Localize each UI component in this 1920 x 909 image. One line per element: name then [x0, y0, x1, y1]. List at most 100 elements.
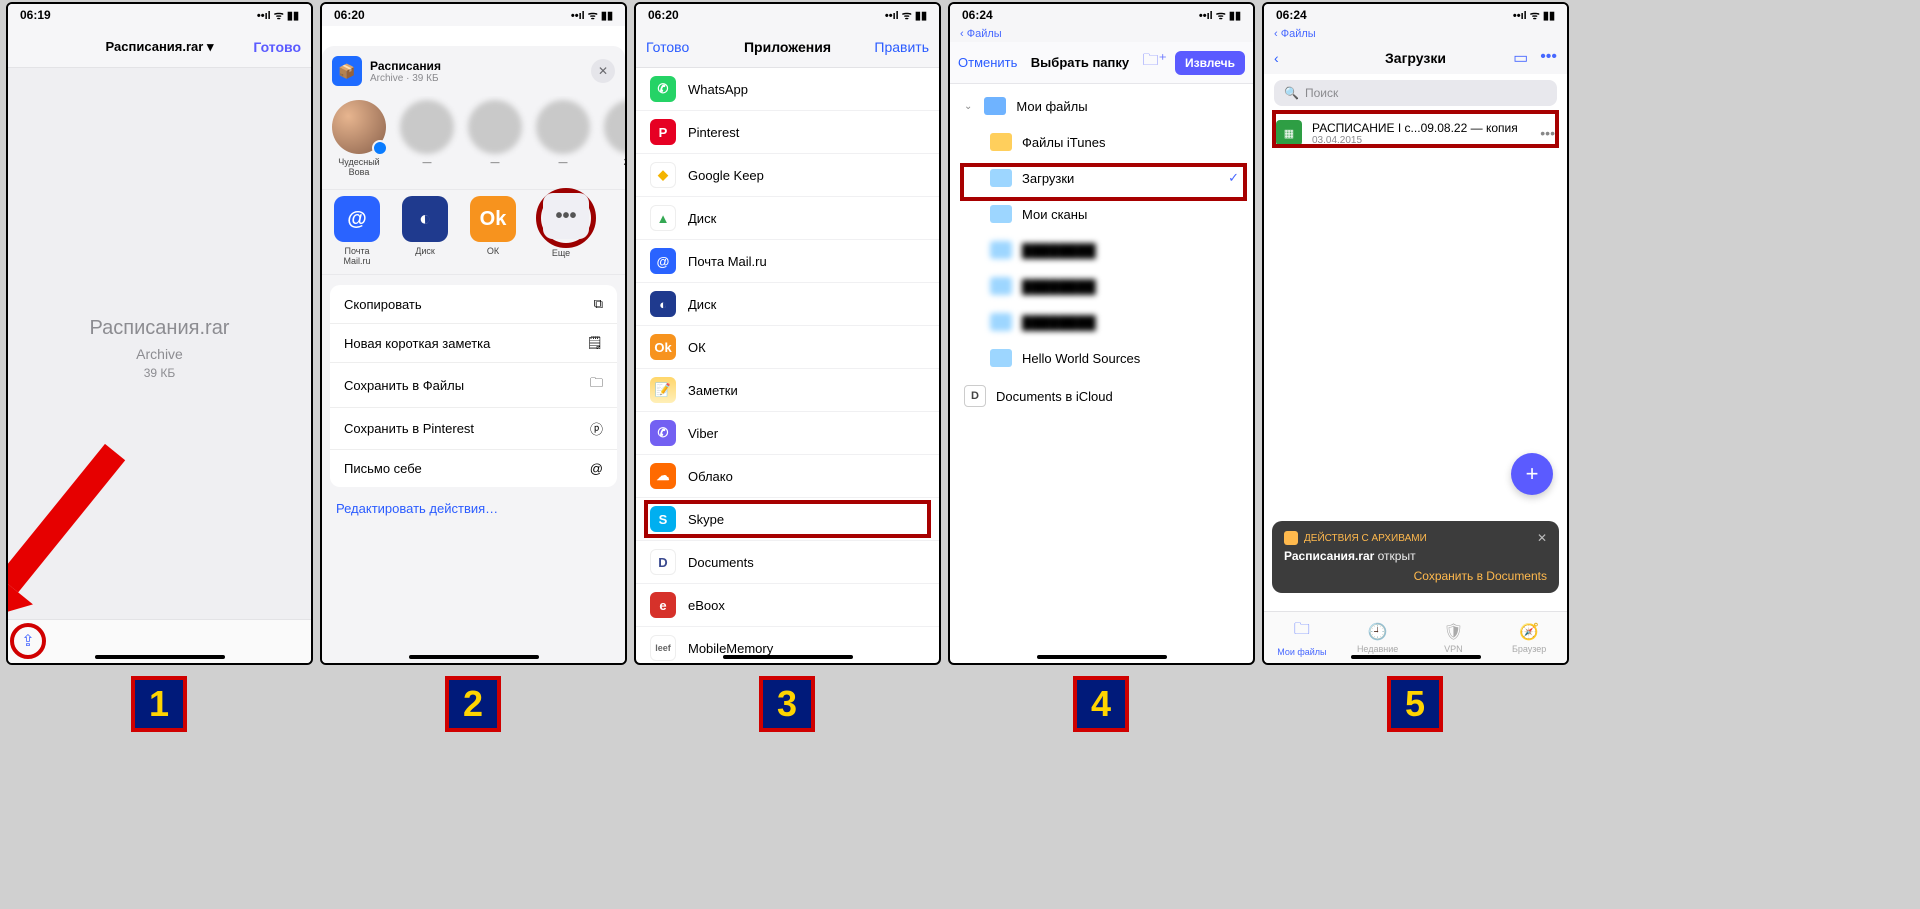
folder-item[interactable]: Мои сканы: [950, 196, 1253, 232]
action-new-note[interactable]: Новая короткая заметка🗒: [330, 324, 617, 363]
app-more[interactable]: ••• Еще: [536, 196, 586, 258]
folder-tree[interactable]: ⌄Мои файлы Файлы iTunes Загрузки✓ Мои ск…: [950, 84, 1253, 420]
tab-my-files[interactable]: 🗀Мои файлы: [1272, 618, 1332, 657]
shield-icon: 🛡: [1443, 622, 1463, 642]
folder-root[interactable]: ⌄Мои файлы: [950, 88, 1253, 124]
folder-item[interactable]: Hello World Sources: [950, 340, 1253, 376]
app-item-viber[interactable]: ✆Viber: [636, 412, 939, 455]
app-mailru[interactable]: @Почта Mail.ru: [332, 196, 382, 266]
folder-item-downloads[interactable]: Загрузки✓: [950, 160, 1253, 196]
nav-header: Отменить Выбрать папку 🗀⁺ Извлечь: [950, 42, 1253, 84]
app-item-skype[interactable]: SSkype: [636, 498, 939, 541]
app-item-googlekeep[interactable]: ◆Google Keep: [636, 154, 939, 197]
more-icon[interactable]: •••: [1540, 48, 1557, 68]
search-input[interactable]: 🔍 Поиск: [1274, 80, 1557, 106]
contact-item[interactable]: —: [400, 100, 454, 177]
header-title[interactable]: Расписания.rar ▾: [106, 39, 214, 55]
file-size: 39 КБ: [144, 366, 176, 380]
home-indicator[interactable]: [95, 655, 225, 659]
app-item-notes[interactable]: 📝Заметки: [636, 369, 939, 412]
status-bar: 06:20 ••ıl ᯤ ▮▮: [636, 4, 939, 26]
action-copy[interactable]: Скопировать⧉: [330, 285, 617, 324]
app-ok[interactable]: OkОК: [468, 196, 518, 256]
share-apps-row[interactable]: @Почта Mail.ru ◐Диск OkОК ••• Еще: [322, 189, 625, 275]
app-item-whatsapp[interactable]: ✆WhatsApp: [636, 68, 939, 111]
leef-icon: leef: [650, 635, 676, 661]
check-icon: ✓: [1228, 170, 1239, 186]
share-contacts-row[interactable]: Чудесный Вова — — — 223: [322, 96, 625, 189]
folder-icon: [990, 349, 1012, 367]
app-list[interactable]: ✆WhatsApp PPinterest ◆Google Keep ▲Диск …: [636, 68, 939, 665]
highlight-ring: •••: [536, 188, 596, 248]
viber-icon: ✆: [650, 420, 676, 446]
folder-item[interactable]: Файлы iTunes: [950, 124, 1253, 160]
status-bar: 06:24 ••ıl ᯤ ▮▮: [1264, 4, 1567, 26]
home-indicator[interactable]: [409, 655, 539, 659]
app-item-ok[interactable]: OkОК: [636, 326, 939, 369]
back-breadcrumb[interactable]: ‹ Файлы: [1264, 26, 1567, 42]
back-chevron-icon[interactable]: ‹: [1274, 50, 1279, 66]
file-more-icon[interactable]: •••: [1540, 125, 1555, 141]
home-indicator[interactable]: [723, 655, 853, 659]
file-item[interactable]: ▦ РАСПИСАНИЕ I c...09.08.22 — копия 03.0…: [1264, 112, 1567, 154]
contact-name: Чудесный Вова: [332, 157, 386, 177]
done-button[interactable]: Готово: [646, 39, 689, 55]
toast-archive: ДЕЙСТВИЯ С АРХИВАМИ ✕ Расписания.rar отк…: [1272, 521, 1559, 593]
toast-action-link[interactable]: Сохранить в Documents: [1284, 569, 1547, 583]
app-item-yandexdisk[interactable]: ◐Диск: [636, 283, 939, 326]
screen-4: 06:24 ••ıl ᯤ ▮▮ ‹ Файлы Отменить Выбрать…: [948, 2, 1255, 665]
chevron-down-icon: ⌄: [964, 101, 972, 112]
done-button[interactable]: Готово: [253, 39, 301, 55]
screen-5: 06:24 ••ıl ᯤ ▮▮ ‹ Файлы ‹ Загрузки ▭ •••…: [1262, 2, 1569, 665]
app-item-eboox[interactable]: eeBoox: [636, 584, 939, 627]
edit-actions-link[interactable]: Редактировать действия…: [322, 497, 625, 520]
fab-add-button[interactable]: +: [1511, 453, 1553, 495]
app-item-documents[interactable]: DDocuments: [636, 541, 939, 584]
app-item-cloud[interactable]: ☁Облако: [636, 455, 939, 498]
file-date: 03.04.2015: [1312, 135, 1518, 146]
tab-recent[interactable]: 🕘Недавние: [1348, 622, 1408, 654]
action-save-to-files[interactable]: Сохранить в Файлы🗀: [330, 363, 617, 408]
edit-button[interactable]: Править: [874, 39, 929, 55]
close-icon[interactable]: ✕: [1537, 531, 1547, 545]
contact-item[interactable]: Чудесный Вова: [332, 100, 386, 177]
app-item-mobilememory[interactable]: leefMobileMemory: [636, 627, 939, 665]
contact-item[interactable]: —: [536, 100, 590, 177]
share-icon[interactable]: ⇪: [21, 631, 34, 651]
search-icon: 🔍: [1284, 86, 1299, 100]
folder-item-blurred[interactable]: ████████: [950, 232, 1253, 268]
contact-item[interactable]: 223: [604, 100, 625, 177]
mailru-icon: @: [650, 248, 676, 274]
close-button[interactable]: ✕: [591, 59, 615, 83]
folder-icon: 🗀: [590, 374, 603, 396]
home-indicator[interactable]: [1351, 655, 1481, 659]
action-mail-to-self[interactable]: Письмо себе@: [330, 450, 617, 487]
back-breadcrumb[interactable]: ‹ Файлы: [950, 26, 1253, 42]
tab-vpn[interactable]: 🛡VPN: [1423, 622, 1483, 654]
archive-icon: 📦: [332, 56, 362, 86]
folder-item-blurred[interactable]: ████████: [950, 304, 1253, 340]
folder-item-icloud[interactable]: DDocuments в iCloud: [950, 376, 1253, 416]
app-item-googledrive[interactable]: ▲Диск: [636, 197, 939, 240]
disk-icon: ◐: [402, 196, 448, 242]
share-sheet-header: 📦 Расписания Archive · 39 КБ ✕: [322, 46, 625, 96]
nav-header: Готово Приложения Править: [636, 26, 939, 68]
extract-button[interactable]: Извлечь: [1175, 51, 1245, 75]
plus-icon: +: [1526, 461, 1539, 487]
device-icon[interactable]: ▭: [1513, 48, 1528, 68]
app-yandex-disk[interactable]: ◐Диск: [400, 196, 450, 256]
new-folder-icon[interactable]: 🗀⁺: [1143, 49, 1167, 76]
cancel-button[interactable]: Отменить: [958, 55, 1017, 70]
step-badge-4: 4: [1073, 676, 1129, 732]
header-title: Приложения: [744, 39, 831, 55]
action-save-to-pinterest[interactable]: Сохранить в Pinterestⓟ: [330, 408, 617, 450]
contact-item[interactable]: —: [468, 100, 522, 177]
app-item-mailru[interactable]: @Почта Mail.ru: [636, 240, 939, 283]
tab-browser[interactable]: 🧭Браузер: [1499, 622, 1559, 654]
app-item-pinterest[interactable]: PPinterest: [636, 111, 939, 154]
home-indicator[interactable]: [1037, 655, 1167, 659]
toast-message: Расписания.rar открыт: [1284, 549, 1547, 563]
compass-icon: 🧭: [1519, 622, 1539, 642]
keep-icon: ◆: [650, 162, 676, 188]
folder-item-blurred[interactable]: ████████: [950, 268, 1253, 304]
